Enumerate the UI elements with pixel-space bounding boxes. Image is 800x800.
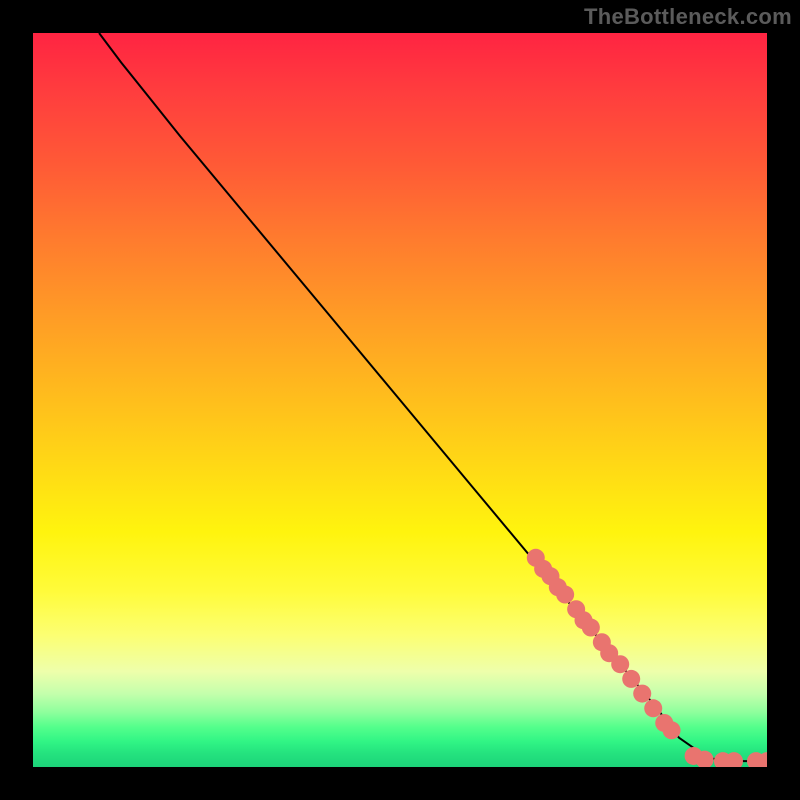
marker-layer [527,549,767,767]
main-curve [99,33,767,761]
data-marker [622,670,640,688]
data-marker [611,655,629,673]
attribution-text: TheBottleneck.com [584,4,792,30]
data-marker [663,721,681,739]
plot-area [33,33,767,767]
chart-frame: TheBottleneck.com [0,0,800,800]
chart-svg [33,33,767,767]
data-marker [582,619,600,637]
curve-layer [99,33,767,761]
data-marker [633,685,651,703]
data-marker [556,586,574,604]
data-marker [644,699,662,717]
